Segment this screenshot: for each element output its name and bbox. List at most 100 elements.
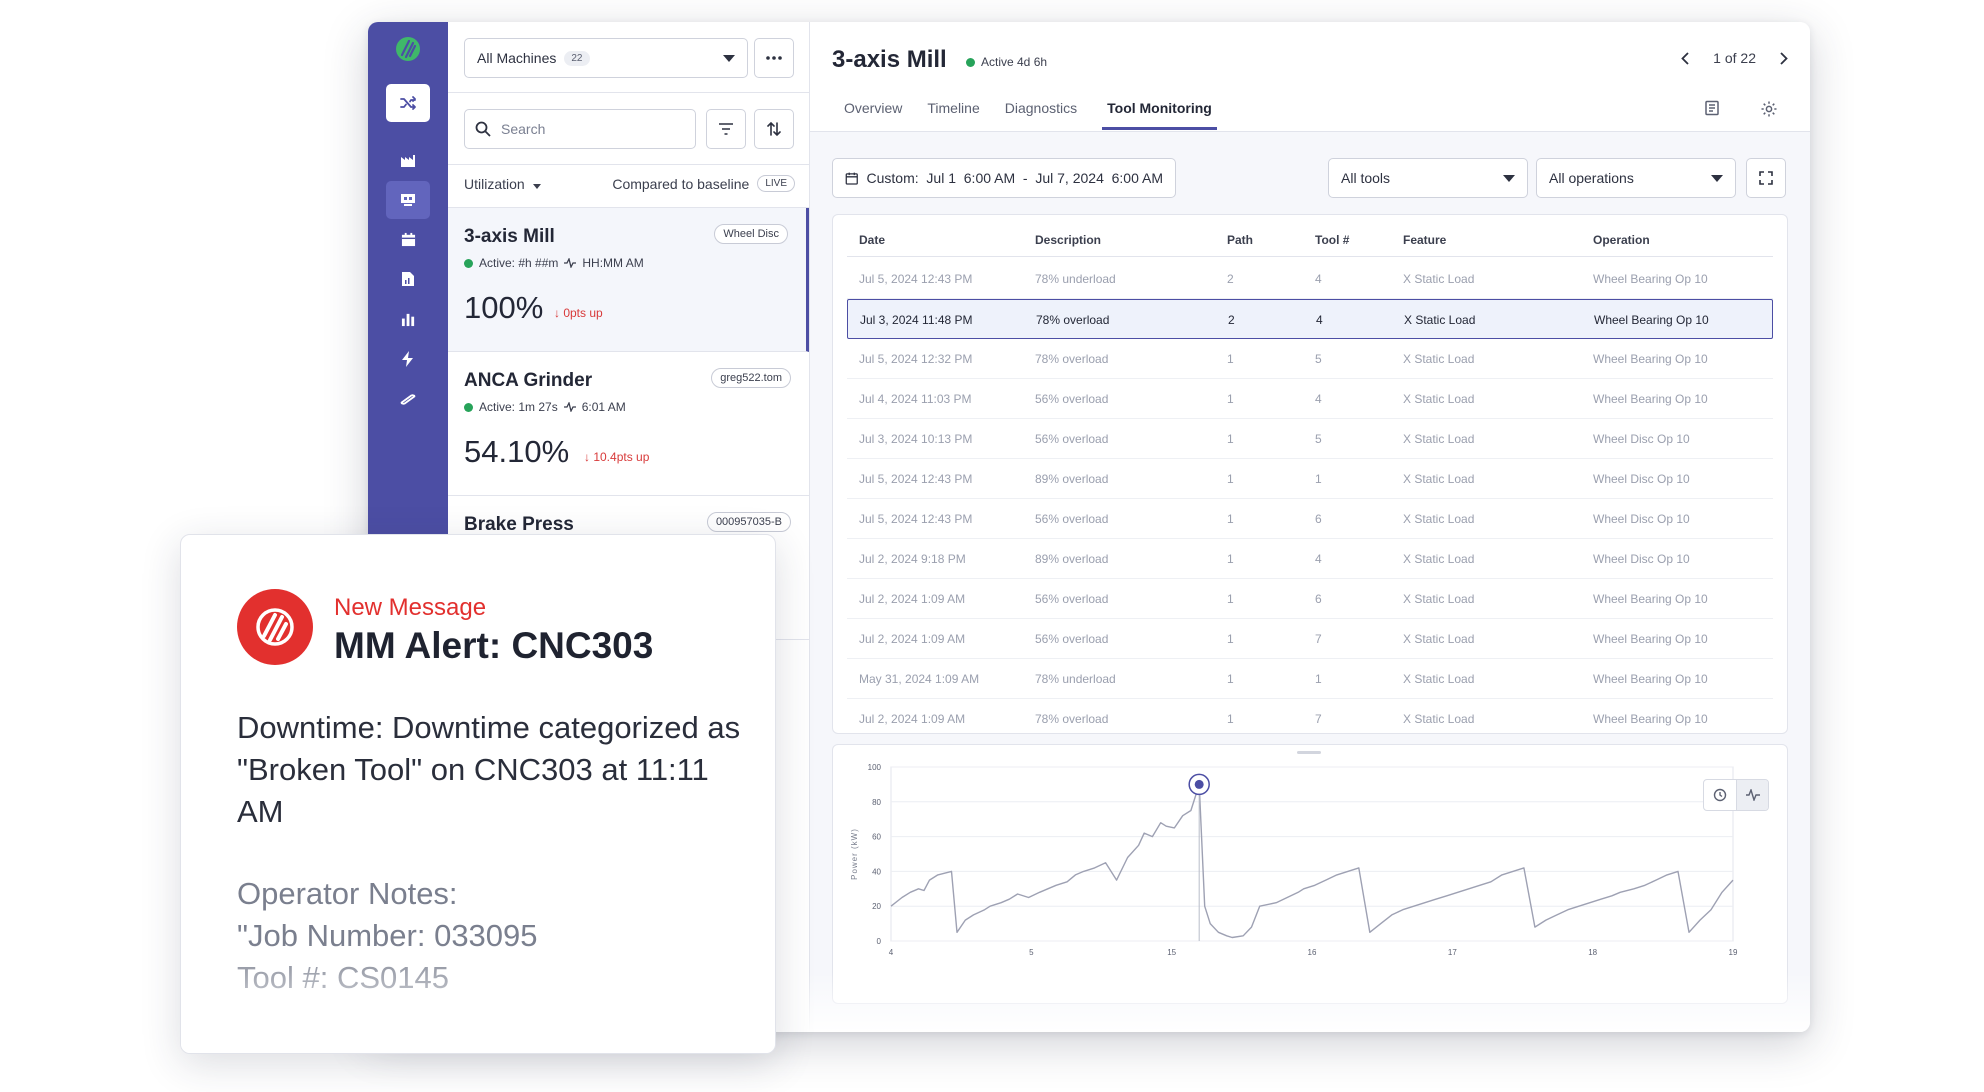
cell-tool: 7 <box>1315 712 1322 726</box>
chevron-right-icon[interactable] <box>1780 51 1788 65</box>
date-range-picker[interactable]: Custom: Jul 1 6:00 AM - Jul 7, 2024 6:00… <box>832 158 1176 198</box>
cell-feature: X Static Load <box>1403 272 1475 286</box>
col-description[interactable]: Description <box>1035 233 1101 247</box>
utilization-dropdown[interactable]: Utilization <box>464 176 541 192</box>
more-options-button[interactable] <box>754 38 794 78</box>
cell-date: Jul 2, 2024 1:09 AM <box>859 592 966 606</box>
chevron-left-icon[interactable] <box>1681 51 1689 65</box>
col-operation[interactable]: Operation <box>1593 233 1650 247</box>
sort-icon <box>767 121 781 137</box>
notes-heading: Operator Notes: <box>237 876 458 911</box>
gear-icon[interactable] <box>1760 100 1778 118</box>
nav-tools[interactable] <box>386 380 430 418</box>
x-tick-label: 18 <box>1588 948 1597 957</box>
tab-tool-monitoring[interactable]: Tool Monitoring <box>1102 100 1217 130</box>
clock-button[interactable] <box>1704 780 1736 810</box>
table-row[interactable]: Jul 5, 2024 12:43 PM 89% overload 1 1 X Stat… <box>847 459 1773 499</box>
cell-description: 78% underload <box>1035 272 1116 286</box>
nav-factory[interactable] <box>386 142 430 180</box>
cell-feature: X Static Load <box>1403 712 1475 726</box>
nav-calendar[interactable] <box>386 220 430 258</box>
tab-diagnostics[interactable]: Diagnostics <box>1005 100 1077 130</box>
col-path[interactable]: Path <box>1227 233 1253 247</box>
nav-machines[interactable] <box>386 181 430 219</box>
cell-tool: 4 <box>1316 313 1323 327</box>
table-row[interactable]: Jul 5, 2024 12:32 PM 78% overload 1 5 X Stat… <box>847 339 1773 379</box>
x-tick-label: 17 <box>1448 948 1457 957</box>
chart-tools <box>1703 779 1769 811</box>
cell-operation: Wheel Disc Op 10 <box>1593 512 1690 526</box>
cell-date: Jul 3, 2024 11:48 PM <box>860 313 973 327</box>
table-row[interactable]: Jul 5, 2024 12:43 PM 78% underload 2 4 X Sta… <box>847 259 1773 299</box>
col-feature[interactable]: Feature <box>1403 233 1446 247</box>
tab-timeline[interactable]: Timeline <box>927 100 979 130</box>
sort-button[interactable] <box>754 109 794 149</box>
cell-description: 78% overload <box>1035 352 1109 366</box>
cell-operation: Wheel Bearing Op 10 <box>1593 672 1708 686</box>
machine-card[interactable]: 3-axis Mill Wheel Disc Active: #h ##m HH… <box>448 208 809 352</box>
pulse-icon <box>1745 789 1760 801</box>
machine-name: Brake Press <box>464 514 574 535</box>
cell-description: 56% overload <box>1035 432 1109 446</box>
tab-overview[interactable]: Overview <box>844 100 902 130</box>
nav-reports[interactable] <box>386 260 430 298</box>
chevron-down-icon <box>1711 174 1723 182</box>
table-row[interactable]: May 31, 2024 1:09 AM 78% underload 1 1 X Sta… <box>847 659 1773 699</box>
cell-tool: 1 <box>1315 472 1322 486</box>
x-tick-label: 16 <box>1308 948 1317 957</box>
pulse-icon <box>563 402 576 412</box>
machines-dropdown[interactable]: All Machines 22 <box>464 38 748 78</box>
table-row[interactable]: Jul 3, 2024 11:48 PM 78% overload 2 4 X Stat… <box>847 299 1773 339</box>
calendar-icon <box>401 232 415 246</box>
x-tick-label: 15 <box>1167 948 1176 957</box>
utilization-row: Utilization Compared to baseline LIVE <box>464 175 795 192</box>
machine-card[interactable]: ANCA Grinder greg522.tom Active: 1m 27s … <box>448 352 809 496</box>
operations-dropdown[interactable]: All operations <box>1536 158 1736 198</box>
filter-icon <box>719 123 733 135</box>
nav-energy[interactable] <box>386 340 430 378</box>
shuffle-button[interactable] <box>386 84 430 122</box>
tool-icon <box>400 394 416 405</box>
machine-tag: Wheel Disc <box>714 224 788 244</box>
factory-icon <box>401 155 415 167</box>
cell-path: 1 <box>1227 472 1234 486</box>
notebook-icon[interactable] <box>1704 100 1720 116</box>
cell-path: 2 <box>1228 313 1235 327</box>
table-row[interactable]: Jul 3, 2024 10:13 PM 56% overload 1 5 X Stat… <box>847 419 1773 459</box>
search-box[interactable]: Search <box>464 109 696 149</box>
table-row[interactable]: Jul 2, 2024 1:09 AM 56% overload 1 7 X Stati… <box>847 619 1773 659</box>
notification-card[interactable]: New Message MM Alert: CNC303 Downtime: D… <box>180 534 776 1054</box>
x-tick-label: 19 <box>1729 948 1738 957</box>
active-time: HH:MM AM <box>582 256 644 270</box>
chevron-down-icon <box>1503 174 1515 182</box>
col-date[interactable]: Date <box>859 233 885 247</box>
cell-tool: 5 <box>1315 352 1322 366</box>
tools-dropdown[interactable]: All tools <box>1328 158 1528 198</box>
search-placeholder: Search <box>501 121 546 137</box>
machine-tag: greg522.tom <box>711 368 791 388</box>
cell-tool: 5 <box>1315 432 1322 446</box>
col-tool[interactable]: Tool # <box>1315 233 1349 247</box>
nav-analytics[interactable] <box>386 300 430 338</box>
x-tick-label: 5 <box>1029 948 1034 957</box>
filter-button[interactable] <box>706 109 746 149</box>
table-header: Date Description Path Tool # Feature Ope… <box>847 233 1773 257</box>
notification-title: MM Alert: CNC303 <box>334 625 654 666</box>
cell-feature: X Static Load <box>1404 313 1476 327</box>
pulse-icon <box>564 258 577 268</box>
table-row[interactable]: Jul 2, 2024 1:09 AM 78% overload 1 7 X Stati… <box>847 699 1773 733</box>
cell-date: Jul 5, 2024 12:43 PM <box>859 472 973 486</box>
pulse-button[interactable] <box>1736 780 1768 810</box>
compared-to-baseline-label: Compared to baseline <box>612 175 750 192</box>
cell-date: Jul 2, 2024 1:09 AM <box>859 712 966 726</box>
cell-path: 1 <box>1227 512 1234 526</box>
resize-handle[interactable] <box>1297 751 1321 754</box>
y-tick-label: 60 <box>872 833 881 842</box>
table-row[interactable]: Jul 2, 2024 1:09 AM 56% overload 1 6 X Stati… <box>847 579 1773 619</box>
fullscreen-button[interactable] <box>1746 158 1786 198</box>
table-row[interactable]: Jul 5, 2024 12:43 PM 56% overload 1 6 X Stat… <box>847 499 1773 539</box>
cell-date: Jul 2, 2024 1:09 AM <box>859 632 966 646</box>
table-row[interactable]: Jul 4, 2024 11:03 PM 56% overload 1 4 X Stat… <box>847 379 1773 419</box>
table-row[interactable]: Jul 2, 2024 9:18 PM 89% overload 1 4 X Stati… <box>847 539 1773 579</box>
cell-operation: Wheel Disc Op 10 <box>1593 552 1690 566</box>
